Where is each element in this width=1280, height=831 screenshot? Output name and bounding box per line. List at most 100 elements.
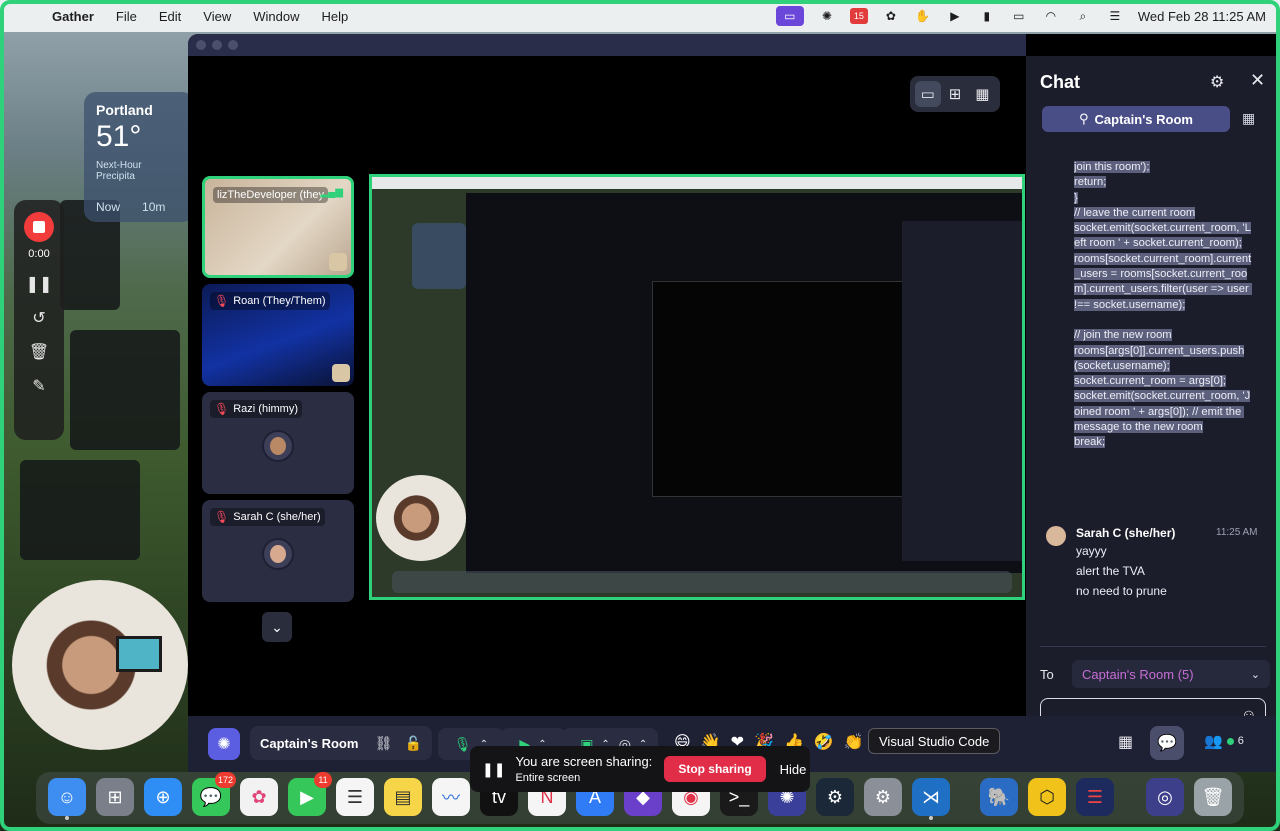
- weather-times: Now 10m: [96, 200, 182, 214]
- messages-icon[interactable]: 💬 172: [192, 772, 236, 816]
- vscode-icon[interactable]: ⋊: [912, 778, 950, 820]
- menu-help[interactable]: Help: [321, 9, 348, 24]
- room-name: Captain's Room: [260, 735, 359, 751]
- notes-icon[interactable]: ▤: [384, 778, 422, 816]
- stop-recording-button[interactable]: [24, 212, 54, 242]
- map-view-icon[interactable]: ▦: [969, 81, 995, 107]
- lock-icon[interactable]: 🔓: [405, 735, 422, 752]
- participant-tile[interactable]: 🎙 Razi (himmy): [202, 392, 354, 494]
- close-window-button[interactable]: [196, 40, 206, 50]
- microphone-icon: 🎙: [453, 735, 472, 752]
- shared-screen-view[interactable]: [369, 174, 1025, 600]
- control-center-icon[interactable]: ☰: [1106, 8, 1124, 24]
- chat-room-tab[interactable]: ⚲ Captain's Room: [1042, 106, 1230, 132]
- signal-bars-icon: ▂▄▆: [320, 187, 343, 198]
- participant-tile[interactable]: 🎙 Sarah C (she/her): [202, 500, 354, 602]
- recipient-value: Captain's Room (5): [1082, 666, 1194, 682]
- chat-panel: Chat ⚙ ✕ ⚲ Captain's Room ▦ join this ro…: [1026, 56, 1280, 772]
- screen-view-icon[interactable]: ▭: [914, 81, 941, 107]
- menu-edit[interactable]: Edit: [159, 9, 181, 24]
- preview-image-icon[interactable]: ◎: [1146, 778, 1184, 816]
- participants-button[interactable]: 👥 6: [1204, 732, 1244, 750]
- camera-background-poster: [116, 636, 162, 672]
- emoji-reaction-laugh-icon[interactable]: 🤣: [814, 732, 834, 752]
- safari-icon[interactable]: ⊕: [144, 778, 182, 816]
- dock-tooltip: Visual Studio Code: [868, 728, 1001, 754]
- mic-muted-icon: 🎙: [214, 510, 230, 524]
- view-mode-toggle: ▭ ⊞ ▦: [910, 76, 1000, 112]
- participant-name-text: Sarah C (she/her): [233, 511, 321, 523]
- sharing-status: You are screen sharing: Entire screen: [515, 754, 652, 784]
- mic-muted-icon: 🎙: [214, 402, 230, 416]
- weather-widget[interactable]: Portland 51° Next-Hour Precipita Now 10m: [84, 92, 194, 222]
- hand-status-icon[interactable]: ✋: [914, 8, 932, 24]
- pause-icon[interactable]: ❚❚: [26, 274, 53, 294]
- restart-icon[interactable]: ↺: [32, 308, 45, 328]
- wifi-icon[interactable]: ◠: [1042, 8, 1060, 24]
- chat-toggle-button[interactable]: 💬: [1150, 726, 1184, 760]
- sharing-title: You are screen sharing:: [515, 754, 653, 769]
- grid-view-icon[interactable]: ⊞: [942, 81, 968, 107]
- extension-status-icon[interactable]: ✿: [882, 8, 900, 24]
- launchpad-icon[interactable]: ⊞: [96, 778, 134, 816]
- bee-app-icon[interactable]: ⬡: [1028, 778, 1066, 816]
- participant-name-text: lizTheDeveloper (they: [217, 189, 324, 201]
- shared-screen-menubar: [372, 177, 1022, 189]
- chat-code-message[interactable]: join this room'); return; } // leave the…: [1074, 160, 1252, 500]
- menu-view[interactable]: View: [203, 9, 231, 24]
- pause-sharing-icon[interactable]: ❚❚: [482, 761, 505, 778]
- scroll-participants-down-button[interactable]: ⌄: [262, 612, 292, 642]
- participant-tile[interactable]: 🎙 Roan (They/Them): [202, 284, 354, 386]
- steam-icon[interactable]: ⚙: [816, 778, 854, 816]
- menu-app-name[interactable]: Gather: [52, 9, 94, 24]
- calendar-icon[interactable]: ▦: [1118, 732, 1133, 752]
- avatar-sprite-icon: [332, 364, 350, 382]
- participant-name: lizTheDeveloper (they: [213, 187, 328, 203]
- window-titlebar[interactable]: [188, 34, 1026, 56]
- system-settings-icon[interactable]: ⚙: [864, 778, 902, 816]
- menu-window[interactable]: Window: [253, 9, 299, 24]
- recipient-select[interactable]: Captain's Room (5) ⌄: [1072, 660, 1270, 688]
- link-icon[interactable]: ⛓: [375, 735, 393, 752]
- emoji-reaction-clap-icon[interactable]: 👏: [844, 732, 864, 752]
- minimize-window-button[interactable]: [212, 40, 222, 50]
- stop-sharing-button[interactable]: Stop sharing: [664, 756, 766, 782]
- message-line: yayyy: [1076, 544, 1107, 558]
- maximize-window-button[interactable]: [228, 40, 238, 50]
- photos-icon[interactable]: ✿: [240, 778, 278, 816]
- participant-tile[interactable]: lizTheDeveloper (they ▂▄▆: [202, 176, 354, 278]
- tableplus-icon[interactable]: 🐘: [980, 778, 1018, 816]
- participant-avatar: [262, 430, 294, 462]
- ios-status-icon[interactable]: ▮: [978, 8, 996, 24]
- shared-screen-chat: [902, 221, 1022, 561]
- menu-file[interactable]: File: [116, 9, 137, 24]
- pencil-icon[interactable]: ✎: [32, 376, 45, 396]
- self-camera-bubble[interactable]: [12, 580, 188, 750]
- play-status-icon[interactable]: ▶: [946, 8, 964, 24]
- gather-logo-icon[interactable]: ✺: [208, 728, 240, 760]
- location-pin-icon: ⚲: [1079, 111, 1089, 126]
- finder-icon[interactable]: ☺: [48, 778, 86, 820]
- stop-icon: [33, 221, 45, 233]
- reminders-icon[interactable]: ☰: [336, 778, 374, 816]
- weather-subtitle: Next-Hour Precipita: [96, 160, 142, 182]
- menubar-clock[interactable]: Wed Feb 28 11:25 AM: [1138, 9, 1266, 24]
- gear-status-icon[interactable]: ✺: [818, 8, 836, 24]
- hide-button[interactable]: Hide: [780, 762, 807, 777]
- building-icon[interactable]: ▦: [1242, 110, 1255, 127]
- battery-icon[interactable]: ▭: [1010, 8, 1028, 24]
- trash-bin-icon[interactable]: 🗑: [1194, 778, 1232, 816]
- close-icon[interactable]: ✕: [1250, 70, 1265, 91]
- search-icon[interactable]: ⌕: [1074, 8, 1092, 24]
- trash-icon[interactable]: 🗑: [29, 342, 49, 362]
- recording-toolbar: 0:00 ❚❚ ↺ 🗑 ✎: [14, 200, 64, 440]
- message-time: 11:25 AM: [1216, 527, 1258, 538]
- calendar-status-icon[interactable]: 15: [849, 8, 868, 24]
- gear-icon[interactable]: ⚙: [1210, 72, 1224, 92]
- shared-screen-gather-window: [466, 193, 1022, 573]
- facetime-icon[interactable]: ▶ 11: [288, 772, 332, 816]
- freeform-icon[interactable]: 〰: [432, 778, 470, 816]
- chat-title: Chat: [1040, 72, 1080, 92]
- database-stack-icon[interactable]: ☰: [1076, 778, 1114, 816]
- screen-share-status-icon[interactable]: ▭: [775, 6, 804, 26]
